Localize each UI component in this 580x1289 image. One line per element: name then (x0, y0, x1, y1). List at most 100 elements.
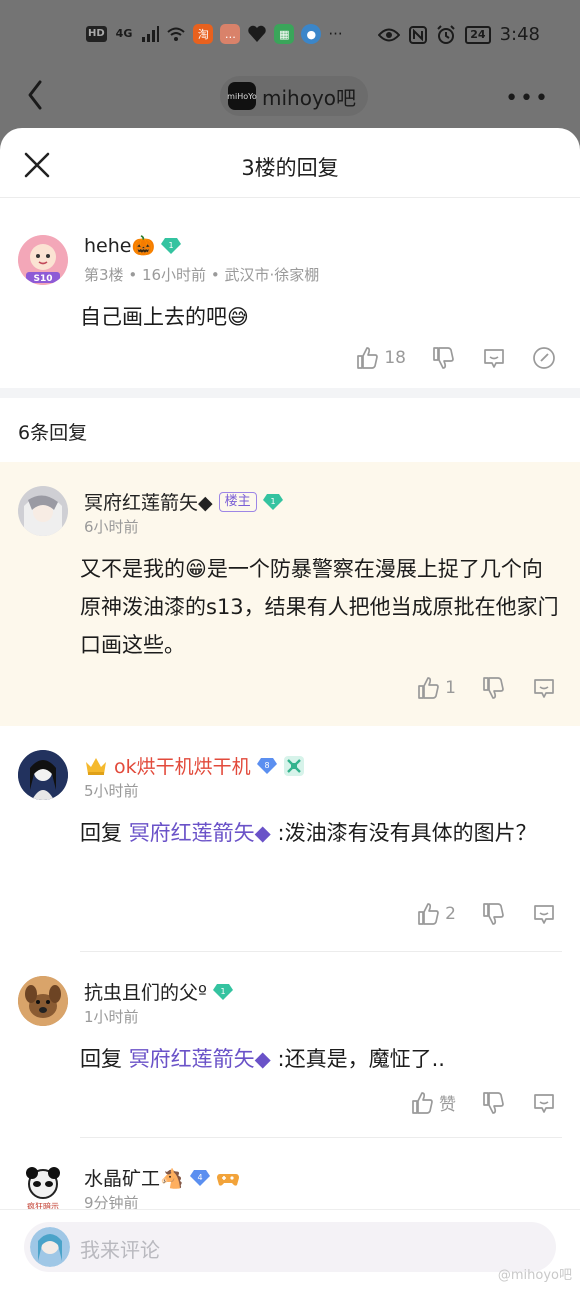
avatar[interactable]: S10 (18, 235, 68, 285)
dislike-button[interactable] (432, 346, 456, 370)
reply-username[interactable]: 水晶矿工🐴 (84, 1164, 184, 1191)
comment-button[interactable] (482, 346, 506, 370)
sheet-app-icon: ▦ (274, 24, 295, 44)
dislike-button[interactable] (482, 902, 506, 926)
comment-bubble-icon (534, 679, 554, 698)
reply-username[interactable]: 抗虫且们的父º (84, 978, 207, 1005)
comment-bubble-icon (534, 1093, 554, 1113)
like-button[interactable]: 18 (356, 346, 406, 370)
crown-icon (84, 756, 108, 776)
meta-separator: • (128, 266, 142, 284)
status-time: 3:48 (499, 24, 540, 45)
comment-bubble-icon (534, 905, 554, 924)
post-floor: 第3楼 (84, 266, 124, 284)
svg-text:1: 1 (169, 241, 174, 250)
reply-user-row: ok烘干机烘干机 8 (84, 752, 305, 779)
edit-pen-icon (533, 347, 555, 369)
avatar[interactable] (18, 486, 68, 536)
alarm-icon (436, 24, 456, 45)
my-avatar (30, 1227, 70, 1267)
reply-actions: 1 (417, 676, 556, 700)
comment-input[interactable]: 我来评论 (24, 1222, 556, 1272)
reply-user-row: 冥府红莲箭矢◆ 楼主 1 (84, 488, 283, 515)
reply-item: ok烘干机烘干机 8 5小时前 回复 冥府红莲箭矢◆ :泼油漆有没有具体的图片？… (0, 726, 580, 952)
comment-button[interactable] (532, 1091, 556, 1115)
dislike-button[interactable] (482, 676, 506, 700)
thumbs-up-icon (412, 1091, 433, 1114)
level-badge: 1 (262, 493, 283, 511)
mention-link[interactable]: 冥府红莲箭矢◆ (129, 1047, 271, 1071)
reply-prefix: 回复 (80, 821, 122, 845)
hd-badge: HD (86, 26, 107, 42)
sheet-title: 3楼的回复 (241, 156, 339, 180)
reply-text: :泼油漆有没有具体的图片？ (270, 821, 537, 845)
nfc-icon (409, 25, 428, 44)
post-content: 自己画上去的吧😅 (80, 305, 249, 329)
thumbs-up-icon (418, 903, 440, 925)
reply-actions: 赞 (411, 1090, 556, 1115)
network-badge: 4G (115, 27, 133, 40)
post-meta: 第3楼 • 16小时前 • 武汉市·徐家棚 (84, 264, 319, 285)
dislike-button[interactable] (482, 1091, 506, 1115)
thumbs-down-icon (433, 347, 454, 369)
avatar[interactable] (18, 976, 68, 1026)
comment-placeholder: 我来评论 (80, 1238, 160, 1262)
level-badge: 8 (256, 757, 277, 775)
meta-separator: • (210, 266, 225, 284)
reply-actions: 2 (417, 902, 556, 926)
like-count: 18 (384, 348, 406, 368)
back-button[interactable] (22, 78, 52, 112)
like-button[interactable]: 1 (417, 676, 456, 700)
section-divider (0, 388, 580, 398)
sheet-header: 3楼的回复 (0, 128, 580, 198)
taobao-app-icon: 淘 (193, 24, 214, 44)
reply-content: 又不是我的😁是一个防暴警察在漫展上捉了几个向原神泼油漆的s13，结果有人把他当成… (80, 557, 559, 657)
reply-username[interactable]: ok烘干机烘干机 (114, 752, 251, 779)
comment-button[interactable] (532, 676, 556, 700)
level-badge: 1 (161, 237, 182, 255)
avatar[interactable] (18, 750, 68, 800)
reply-sheet: 3楼的回复 S10 hehe🎃 1 第3楼 • 16小时前 • 武汉市·徐家棚 … (0, 128, 580, 1289)
battery-icon: 24 (465, 25, 491, 44)
post-time: 16小时前 (141, 266, 207, 284)
status-left: HD 4G 淘 … ▦ ● ··· (86, 24, 343, 44)
floor-post: S10 hehe🎃 1 第3楼 • 16小时前 • 武汉市·徐家棚 自己画上去的… (0, 198, 580, 388)
reply-item: 抗虫且们的父º 1 1小时前 回复 冥府红莲箭矢◆ :还真是，魔怔了.. 赞 (0, 952, 580, 1138)
avatar-tag: S10 (33, 274, 52, 284)
more-menu-icon[interactable]: ••• (505, 86, 550, 111)
like-count: 2 (445, 904, 456, 924)
comment-input-bar: 我来评论 @mihoyo吧 (0, 1209, 580, 1289)
reply-time: 5小时前 (84, 782, 139, 800)
svg-text:4: 4 (197, 1173, 202, 1182)
reply-username[interactable]: 冥府红莲箭矢◆ (84, 488, 213, 515)
like-count: 1 (445, 678, 456, 698)
forum-logo: miHoYo (227, 82, 257, 110)
thumbs-down-icon (483, 1091, 504, 1114)
post-username[interactable]: hehe🎃 (84, 234, 155, 257)
svg-text:1: 1 (220, 987, 225, 996)
thumbs-up-icon (418, 677, 440, 699)
level-badge: 1 (212, 983, 233, 1001)
status-bar: HD 4G 淘 … ▦ ● ··· 24 3:48 (0, 22, 580, 52)
mention-link[interactable]: 冥府红莲箭矢◆ (129, 821, 271, 845)
reply-user-row: 抗虫且们的父º 1 (84, 978, 233, 1005)
thumbs-down-icon (483, 903, 504, 925)
comment-button[interactable] (532, 902, 556, 926)
reply-content: 回复 冥府红莲箭矢◆ :泼油漆有没有具体的图片？ (80, 814, 560, 852)
avatar[interactable]: 疯狂暗示 (18, 1162, 68, 1212)
forum-name: mihoyo吧 (262, 85, 357, 110)
reply-count: 6条回复 (18, 422, 88, 444)
gamepad-icon (216, 1168, 240, 1188)
edit-button[interactable] (532, 346, 556, 370)
thumbs-up-icon (357, 347, 379, 369)
like-button[interactable]: 2 (417, 902, 456, 926)
reply-prefix: 回复 (80, 1047, 122, 1071)
post-user-row: hehe🎃 1 (84, 234, 182, 257)
post-actions: 18 (356, 346, 556, 370)
like-button[interactable]: 赞 (411, 1090, 456, 1115)
more-notifications-icon: ··· (328, 25, 343, 43)
reply-content: 回复 冥府红莲箭矢◆ :还真是，魔怔了.. (80, 1040, 560, 1078)
thumbs-down-icon (483, 677, 504, 699)
level-badge: 4 (189, 1169, 210, 1187)
forum-pill[interactable]: miHoYo mihoyo吧 (220, 76, 369, 116)
